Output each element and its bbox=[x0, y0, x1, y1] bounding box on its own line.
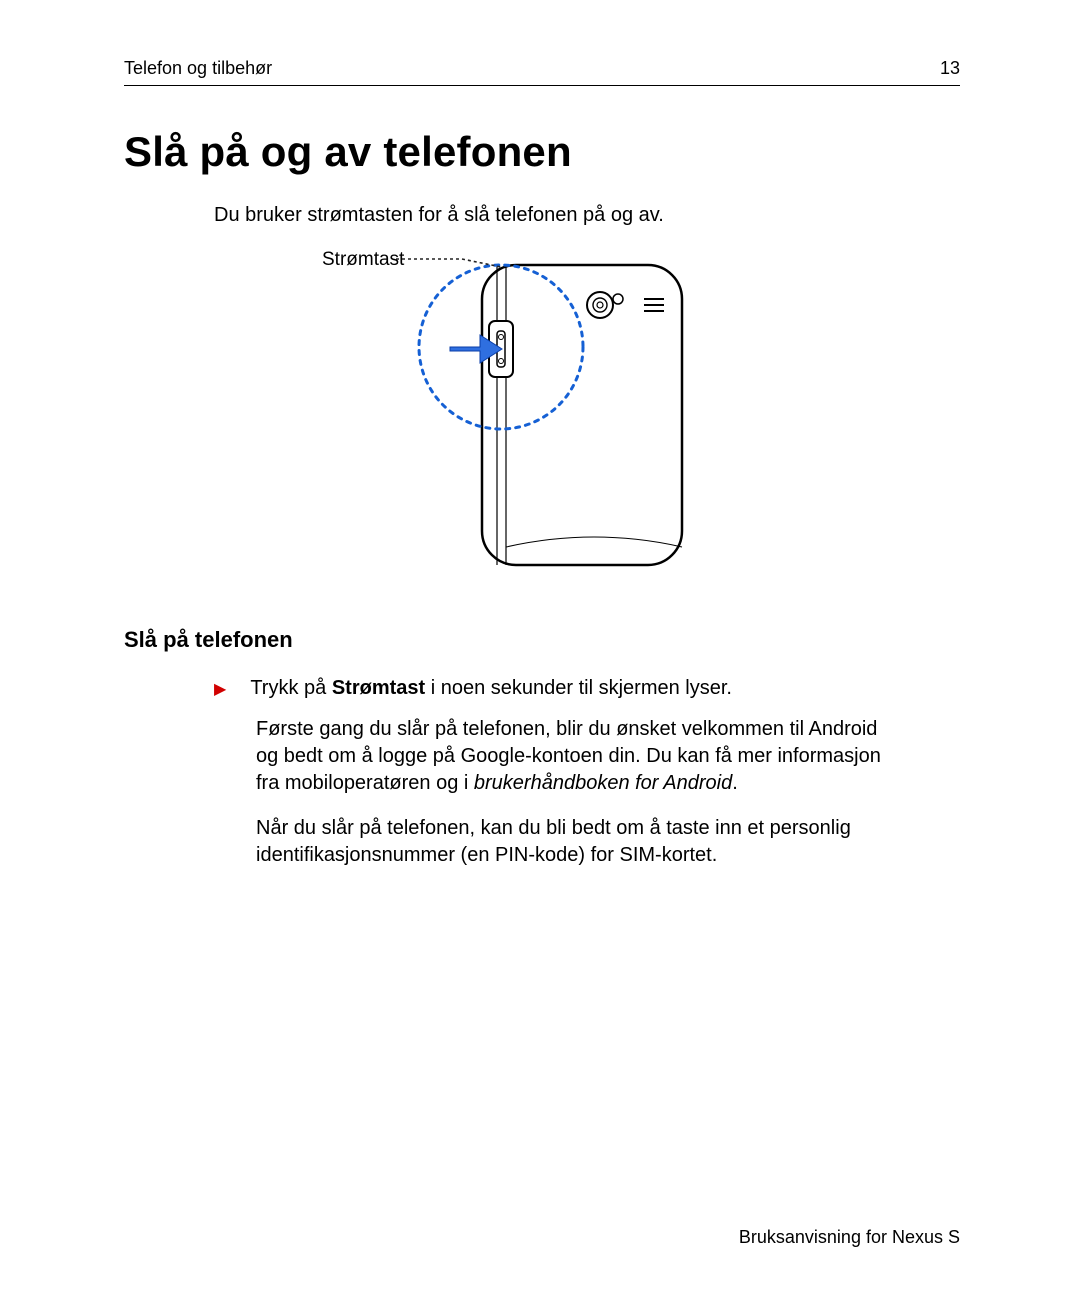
instruction-bullet: ▶ Trykk på Strømtast i noen sekunder til… bbox=[214, 675, 960, 702]
para1-italic: brukerhåndboken for Android bbox=[474, 772, 732, 794]
para1-post: . bbox=[732, 772, 738, 794]
subheading: Slå på telefonen bbox=[124, 627, 960, 653]
page-title: Slå på og av telefonen bbox=[124, 128, 960, 176]
bullet-bold: Strømtast bbox=[332, 677, 425, 699]
footer-text: Bruksanvisning for Nexus S bbox=[739, 1227, 960, 1248]
manual-page: Telefon og tilbehør 13 Slå på og av tele… bbox=[0, 0, 1080, 1296]
intro-text: Du bruker strømtasten for å slå telefone… bbox=[214, 204, 960, 227]
bullet-post: i noen sekunder til skjermen lyser. bbox=[425, 677, 732, 699]
power-button-figure: Strømtast bbox=[292, 247, 792, 587]
page-header: Telefon og tilbehør 13 bbox=[124, 58, 960, 79]
bullet-pre: Trykk på bbox=[250, 677, 332, 699]
header-rule bbox=[124, 85, 960, 86]
header-section: Telefon og tilbehør bbox=[124, 58, 272, 79]
paragraph-2: Når du slår på telefonen, kan du bli bed… bbox=[256, 815, 886, 869]
paragraph-1: Første gang du slår på telefonen, blir d… bbox=[256, 716, 886, 797]
phone-illustration-icon bbox=[292, 247, 792, 587]
figure-callout-label: Strømtast bbox=[322, 249, 404, 271]
header-page-number: 13 bbox=[940, 58, 960, 79]
bullet-text: Trykk på Strømtast i noen sekunder til s… bbox=[250, 675, 732, 702]
bullet-marker-icon: ▶ bbox=[214, 679, 226, 699]
